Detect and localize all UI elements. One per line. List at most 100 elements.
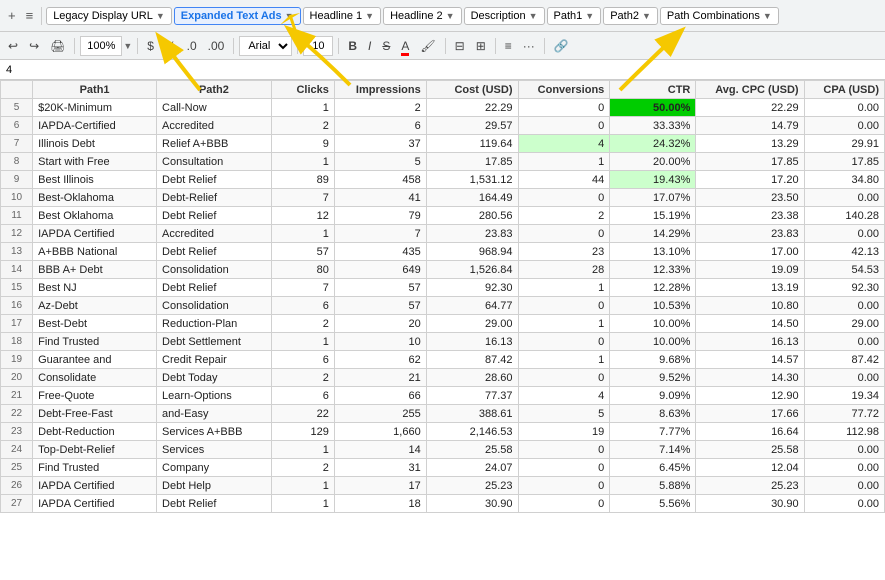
more-button[interactable]: ··· — [519, 38, 539, 54]
table-cell[interactable]: Debt Relief — [157, 171, 272, 189]
table-row[interactable]: 16Az-DebtConsolidation65764.77010.53%10.… — [1, 297, 885, 315]
table-cell[interactable]: 18 — [1, 333, 33, 351]
table-cell[interactable]: 0.00 — [804, 441, 884, 459]
table-cell[interactable]: 0.00 — [804, 99, 884, 117]
table-cell[interactable]: 23 — [1, 423, 33, 441]
table-cell[interactable]: 2 — [271, 369, 334, 387]
table-cell[interactable]: 0.00 — [804, 477, 884, 495]
table-cell[interactable]: Consultation — [157, 153, 272, 171]
table-cell[interactable]: 34.80 — [804, 171, 884, 189]
table-cell[interactable]: 388.61 — [426, 405, 518, 423]
table-cell[interactable]: 17 — [1, 315, 33, 333]
table-cell[interactable]: 33.33% — [610, 117, 696, 135]
table-cell[interactable]: A+BBB National — [33, 243, 157, 261]
table-cell[interactable]: 41 — [334, 189, 426, 207]
table-cell[interactable]: 29.00 — [804, 315, 884, 333]
table-cell[interactable]: 255 — [334, 405, 426, 423]
table-cell[interactable]: 29.57 — [426, 117, 518, 135]
table-row[interactable]: 10Best-OklahomaDebt-Relief741164.49017.0… — [1, 189, 885, 207]
table-cell[interactable]: 10 — [334, 333, 426, 351]
table-cell[interactable]: 37 — [334, 135, 426, 153]
table-cell[interactable]: IAPDA Certified — [33, 477, 157, 495]
table-cell[interactable]: 8.63% — [610, 405, 696, 423]
add-button[interactable]: + — [4, 6, 20, 25]
table-cell[interactable]: 12.04 — [696, 459, 804, 477]
table-cell[interactable]: 17.66 — [696, 405, 804, 423]
table-cell[interactable]: 54.53 — [804, 261, 884, 279]
table-cell[interactable]: 5 — [518, 405, 610, 423]
table-cell[interactable]: BBB A+ Debt — [33, 261, 157, 279]
table-cell[interactable]: 0 — [518, 495, 610, 513]
table-cell[interactable]: 23.83 — [696, 225, 804, 243]
table-cell[interactable]: 28.60 — [426, 369, 518, 387]
table-cell[interactable]: 10.00% — [610, 333, 696, 351]
table-cell[interactable]: 5.56% — [610, 495, 696, 513]
table-cell[interactable]: 24 — [1, 441, 33, 459]
table-cell[interactable]: 9.09% — [610, 387, 696, 405]
table-cell[interactable]: 14 — [334, 441, 426, 459]
tab-headline2[interactable]: Headline 2 ▼ — [383, 7, 462, 25]
table-cell[interactable]: 66 — [334, 387, 426, 405]
redo-button[interactable]: ↪ — [25, 38, 43, 54]
table-cell[interactable]: 17.85 — [804, 153, 884, 171]
table-row[interactable]: 7Illinois DebtRelief A+BBB937119.64424.3… — [1, 135, 885, 153]
table-cell[interactable]: 164.49 — [426, 189, 518, 207]
font-size-input[interactable] — [303, 36, 333, 56]
tab-description[interactable]: Description ▼ — [464, 7, 545, 25]
table-cell[interactable]: Find Trusted — [33, 333, 157, 351]
table-row[interactable]: 8Start with FreeConsultation1517.85120.0… — [1, 153, 885, 171]
table-cell[interactable]: Debt Relief — [157, 243, 272, 261]
table-row[interactable]: 27IAPDA CertifiedDebt Relief11830.9005.5… — [1, 495, 885, 513]
table-cell[interactable]: 6 — [334, 117, 426, 135]
table-cell[interactable]: 0 — [518, 333, 610, 351]
table-cell[interactable]: 20 — [1, 369, 33, 387]
table-cell[interactable]: 25.23 — [696, 477, 804, 495]
table-cell[interactable]: 0 — [518, 117, 610, 135]
table-cell[interactable]: 25.58 — [696, 441, 804, 459]
table-cell[interactable]: 62 — [334, 351, 426, 369]
table-cell[interactable]: Illinois Debt — [33, 135, 157, 153]
table-cell[interactable]: $20K-Minimum — [33, 99, 157, 117]
table-cell[interactable]: 20.00% — [610, 153, 696, 171]
table-cell[interactable]: 24.32% — [610, 135, 696, 153]
table-cell[interactable]: 13 — [1, 243, 33, 261]
table-cell[interactable]: 7.14% — [610, 441, 696, 459]
table-row[interactable]: 19Guarantee andCredit Repair66287.4219.6… — [1, 351, 885, 369]
table-cell[interactable]: 458 — [334, 171, 426, 189]
table-cell[interactable]: 22.29 — [426, 99, 518, 117]
table-cell[interactable]: 1,660 — [334, 423, 426, 441]
link-button[interactable]: 🔗 — [550, 38, 573, 54]
table-cell[interactable]: 77.72 — [804, 405, 884, 423]
table-cell[interactable]: 17.85 — [696, 153, 804, 171]
table-cell[interactable]: Debt Relief — [157, 495, 272, 513]
table-row[interactable]: 22Debt-Free-Fastand-Easy22255388.6158.63… — [1, 405, 885, 423]
table-cell[interactable]: Services A+BBB — [157, 423, 272, 441]
table-cell[interactable]: Best NJ — [33, 279, 157, 297]
table-cell[interactable]: 16.64 — [696, 423, 804, 441]
table-row[interactable]: 20ConsolidateDebt Today22128.6009.52%14.… — [1, 369, 885, 387]
table-cell[interactable]: IAPDA Certified — [33, 225, 157, 243]
table-cell[interactable]: Reduction-Plan — [157, 315, 272, 333]
table-cell[interactable]: 129 — [271, 423, 334, 441]
tab-path1[interactable]: Path1 ▼ — [547, 7, 602, 25]
table-cell[interactable]: 6 — [271, 297, 334, 315]
table-cell[interactable]: 44 — [518, 171, 610, 189]
table-cell[interactable]: 15 — [1, 279, 33, 297]
table-cell[interactable]: 21 — [334, 369, 426, 387]
table-cell[interactable]: 112.98 — [804, 423, 884, 441]
table-cell[interactable]: Relief A+BBB — [157, 135, 272, 153]
table-cell[interactable]: 9 — [1, 171, 33, 189]
align-button[interactable]: ≡ — [501, 38, 516, 54]
table-cell[interactable]: 9.52% — [610, 369, 696, 387]
tab-legacy-display-url[interactable]: Legacy Display URL ▼ — [46, 7, 172, 25]
table-cell[interactable]: 0.00 — [804, 495, 884, 513]
table-cell[interactable]: 10.53% — [610, 297, 696, 315]
table-row[interactable]: 24Top-Debt-ReliefServices11425.5807.14%2… — [1, 441, 885, 459]
bold-button[interactable]: B — [344, 38, 361, 54]
table-cell[interactable]: 119.64 — [426, 135, 518, 153]
table-cell[interactable]: 23.38 — [696, 207, 804, 225]
undo-button[interactable]: ↩ — [4, 38, 22, 54]
table-cell[interactable]: 29.91 — [804, 135, 884, 153]
table-cell[interactable]: 6 — [1, 117, 33, 135]
table-cell[interactable]: 2 — [271, 117, 334, 135]
